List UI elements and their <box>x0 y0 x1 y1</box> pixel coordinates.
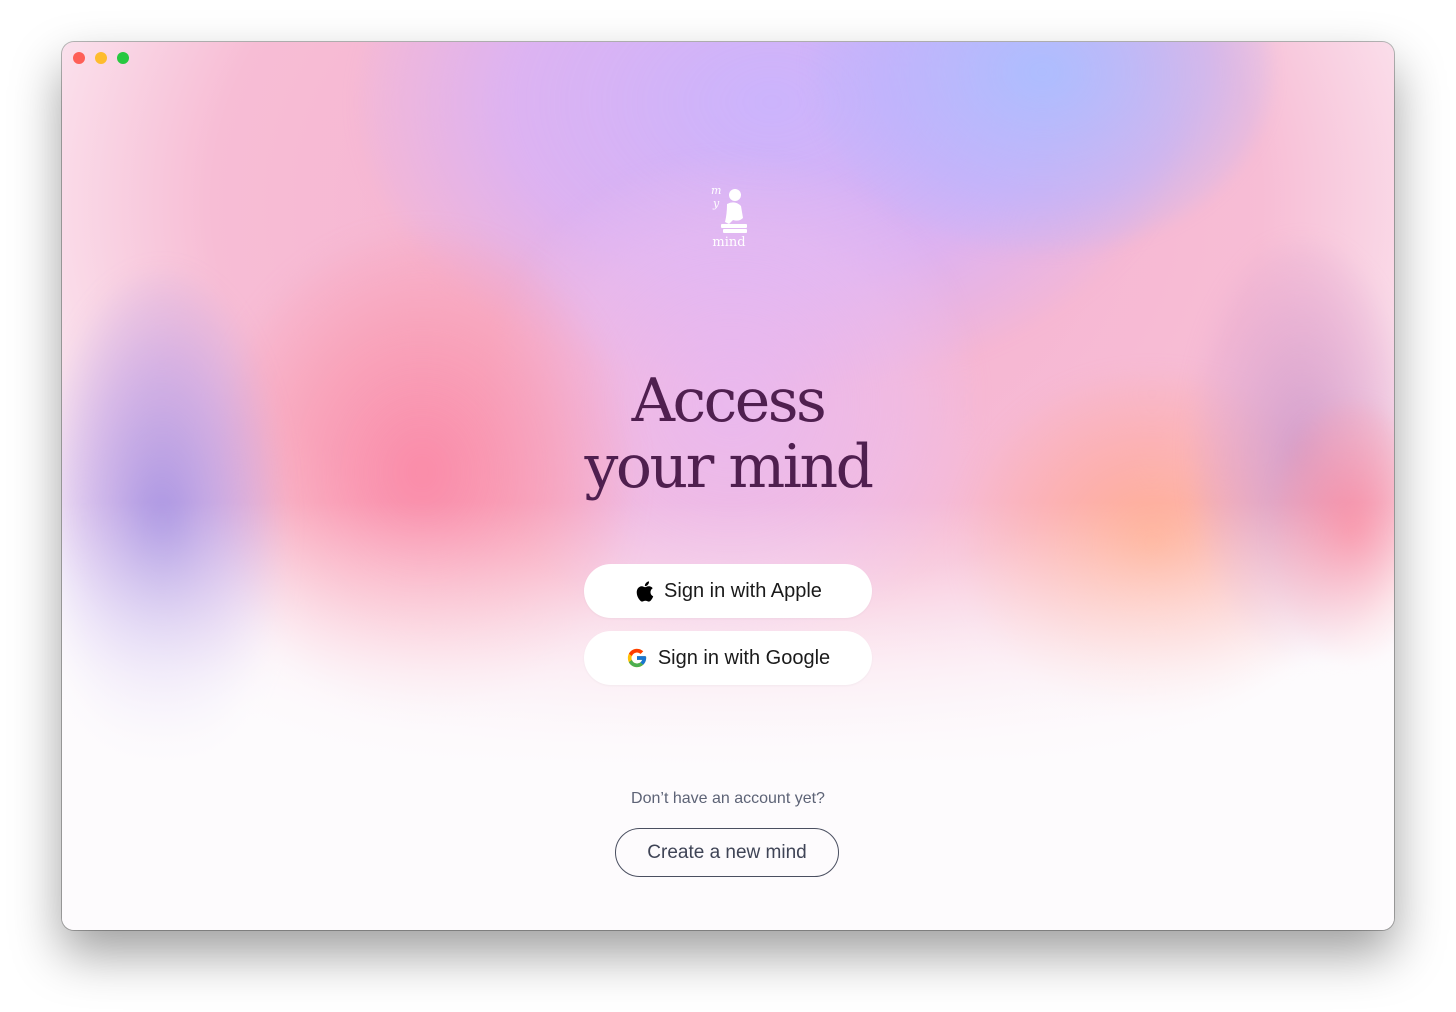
sign-in-apple-button[interactable]: Sign in with Apple <box>584 564 872 618</box>
svg-text:y: y <box>712 197 720 210</box>
apple-icon <box>636 580 654 602</box>
svg-text:mind: mind <box>712 235 745 250</box>
title-line-1: Access <box>631 366 827 436</box>
svg-text:m: m <box>711 184 721 197</box>
sign-in-apple-label: Sign in with Apple <box>664 579 822 602</box>
login-panel: m y mind Access your mind Sign in with A… <box>62 42 1394 930</box>
no-account-text: Don’t have an account yet? <box>631 790 825 807</box>
mymind-logo: m y mind <box>705 182 753 250</box>
app-window: m y mind Access your mind Sign in with A… <box>62 42 1394 930</box>
window-controls <box>73 52 129 64</box>
sign-in-google-label: Sign in with Google <box>657 646 831 669</box>
google-icon <box>627 648 646 668</box>
create-new-mind-button[interactable]: Create a new mind <box>615 828 839 877</box>
close-window-button[interactable] <box>73 52 85 64</box>
zoom-window-button[interactable] <box>117 52 129 64</box>
title-line-2: your mind <box>584 432 874 502</box>
page-title: Access your mind <box>62 368 1394 500</box>
thinker-on-books-icon: m y mind <box>711 184 747 250</box>
sign-in-google-button[interactable]: Sign in with Google <box>584 631 872 685</box>
minimize-window-button[interactable] <box>95 52 107 64</box>
